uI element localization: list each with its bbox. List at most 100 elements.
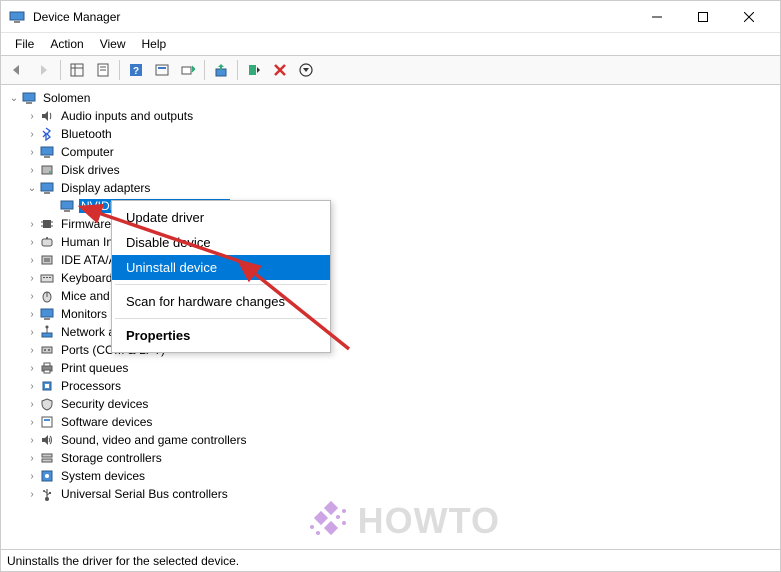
- expander-icon[interactable]: ›: [25, 489, 39, 500]
- tree-category-label[interactable]: Bluetooth: [59, 127, 114, 141]
- tree-category-label[interactable]: Software devices: [59, 415, 154, 429]
- maximize-button[interactable]: [680, 1, 726, 33]
- expander-icon[interactable]: ›: [25, 309, 39, 320]
- chip-icon: [39, 216, 55, 232]
- expander-icon[interactable]: ›: [25, 363, 39, 374]
- expander-icon[interactable]: ›: [25, 471, 39, 482]
- expander-icon[interactable]: ›: [25, 381, 39, 392]
- titlebar: Device Manager: [1, 1, 780, 33]
- context-menu[interactable]: Update driverDisable deviceUninstall dev…: [111, 200, 331, 353]
- tree-category[interactable]: › Computer: [1, 143, 780, 161]
- tree-category[interactable]: › Security devices: [1, 395, 780, 413]
- tree-category-label[interactable]: Storage controllers: [59, 451, 164, 465]
- expander-icon[interactable]: ›: [25, 435, 39, 446]
- expander-icon[interactable]: ⌄: [7, 93, 21, 104]
- context-menu-item[interactable]: Uninstall device: [112, 255, 330, 280]
- expander-icon[interactable]: ›: [25, 453, 39, 464]
- sound-icon: [39, 432, 55, 448]
- ide-icon: [39, 252, 55, 268]
- tree-category-label[interactable]: Firmware: [59, 217, 113, 231]
- tree-category[interactable]: › Disk drives: [1, 161, 780, 179]
- tree-category[interactable]: › Audio inputs and outputs: [1, 107, 780, 125]
- close-button[interactable]: [726, 1, 772, 33]
- expander-icon[interactable]: ›: [25, 111, 39, 122]
- expander-icon[interactable]: ›: [25, 291, 39, 302]
- tree-category-label[interactable]: Display adapters: [59, 181, 152, 195]
- context-menu-item[interactable]: Properties: [112, 323, 330, 348]
- tree-category-label[interactable]: Print queues: [59, 361, 130, 375]
- tree-category-label[interactable]: System devices: [59, 469, 147, 483]
- menubar: File Action View Help: [1, 33, 780, 55]
- context-menu-item[interactable]: Update driver: [112, 205, 330, 230]
- tree-root-label[interactable]: Solomen: [41, 91, 92, 105]
- tree-category-label[interactable]: Disk drives: [59, 163, 122, 177]
- action-icon[interactable]: [150, 58, 174, 82]
- back-button[interactable]: [6, 58, 30, 82]
- forward-button[interactable]: [32, 58, 56, 82]
- expander-icon[interactable]: ›: [25, 345, 39, 356]
- tree-category[interactable]: › Processors: [1, 377, 780, 395]
- tree-category-label[interactable]: Security devices: [59, 397, 150, 411]
- window-controls: [634, 1, 772, 33]
- expander-icon[interactable]: ›: [25, 129, 39, 140]
- tree-category[interactable]: › Bluetooth: [1, 125, 780, 143]
- tree-category[interactable]: › Print queues: [1, 359, 780, 377]
- storage-icon: [39, 450, 55, 466]
- tree-category-label[interactable]: Computer: [59, 145, 116, 159]
- tree-category[interactable]: › Universal Serial Bus controllers: [1, 485, 780, 503]
- tree-category[interactable]: ⌄ Display adapters: [1, 179, 780, 197]
- menu-file[interactable]: File: [7, 35, 42, 53]
- tree-category[interactable]: › Software devices: [1, 413, 780, 431]
- expander-icon[interactable]: ›: [25, 237, 39, 248]
- tree-category-label[interactable]: Universal Serial Bus controllers: [59, 487, 230, 501]
- monitor-icon: [39, 180, 55, 196]
- tree-category-label[interactable]: Sound, video and game controllers: [59, 433, 248, 447]
- update-driver-icon[interactable]: [209, 58, 233, 82]
- tree-root[interactable]: ⌄ Solomen: [1, 89, 780, 107]
- help-icon[interactable]: ?: [124, 58, 148, 82]
- expander-icon[interactable]: ›: [25, 219, 39, 230]
- enable-icon[interactable]: [242, 58, 266, 82]
- expander-icon[interactable]: ›: [25, 417, 39, 428]
- expander-icon[interactable]: ›: [25, 327, 39, 338]
- app-icon: [9, 9, 25, 25]
- system-icon: [39, 468, 55, 484]
- keyboard-icon: [39, 270, 55, 286]
- expander-icon[interactable]: ⌄: [25, 183, 39, 194]
- context-menu-item[interactable]: Disable device: [112, 230, 330, 255]
- minimize-button[interactable]: [634, 1, 680, 33]
- tree-category[interactable]: › Storage controllers: [1, 449, 780, 467]
- expander-icon[interactable]: ›: [25, 273, 39, 284]
- toolbar-separator: [237, 60, 238, 80]
- properties-icon[interactable]: [91, 58, 115, 82]
- expander-icon[interactable]: ›: [25, 255, 39, 266]
- toolbar-separator: [60, 60, 61, 80]
- tree-category-label[interactable]: Monitors: [59, 307, 109, 321]
- disk-icon: [39, 162, 55, 178]
- scan-icon[interactable]: [176, 58, 200, 82]
- menu-help[interactable]: Help: [134, 35, 175, 53]
- context-menu-item[interactable]: Scan for hardware changes: [112, 289, 330, 314]
- port-icon: [39, 342, 55, 358]
- tree-category-label[interactable]: Audio inputs and outputs: [59, 109, 195, 123]
- computer-icon: [21, 90, 37, 106]
- context-menu-separator: [115, 318, 327, 319]
- toolbar-separator: [204, 60, 205, 80]
- show-hidden-icon[interactable]: [65, 58, 89, 82]
- expander-icon[interactable]: ›: [25, 147, 39, 158]
- tree-category[interactable]: › System devices: [1, 467, 780, 485]
- uninstall-icon[interactable]: [268, 58, 292, 82]
- menu-view[interactable]: View: [92, 35, 134, 53]
- context-menu-separator: [115, 284, 327, 285]
- bluetooth-icon: [39, 126, 55, 142]
- tree-category-label[interactable]: Processors: [59, 379, 123, 393]
- disable-icon[interactable]: [294, 58, 318, 82]
- cpu-icon: [39, 378, 55, 394]
- menu-action[interactable]: Action: [42, 35, 91, 53]
- tree-category[interactable]: › Sound, video and game controllers: [1, 431, 780, 449]
- expander-icon[interactable]: ›: [25, 165, 39, 176]
- usb-icon: [39, 486, 55, 502]
- software-icon: [39, 414, 55, 430]
- mouse-icon: [39, 288, 55, 304]
- expander-icon[interactable]: ›: [25, 399, 39, 410]
